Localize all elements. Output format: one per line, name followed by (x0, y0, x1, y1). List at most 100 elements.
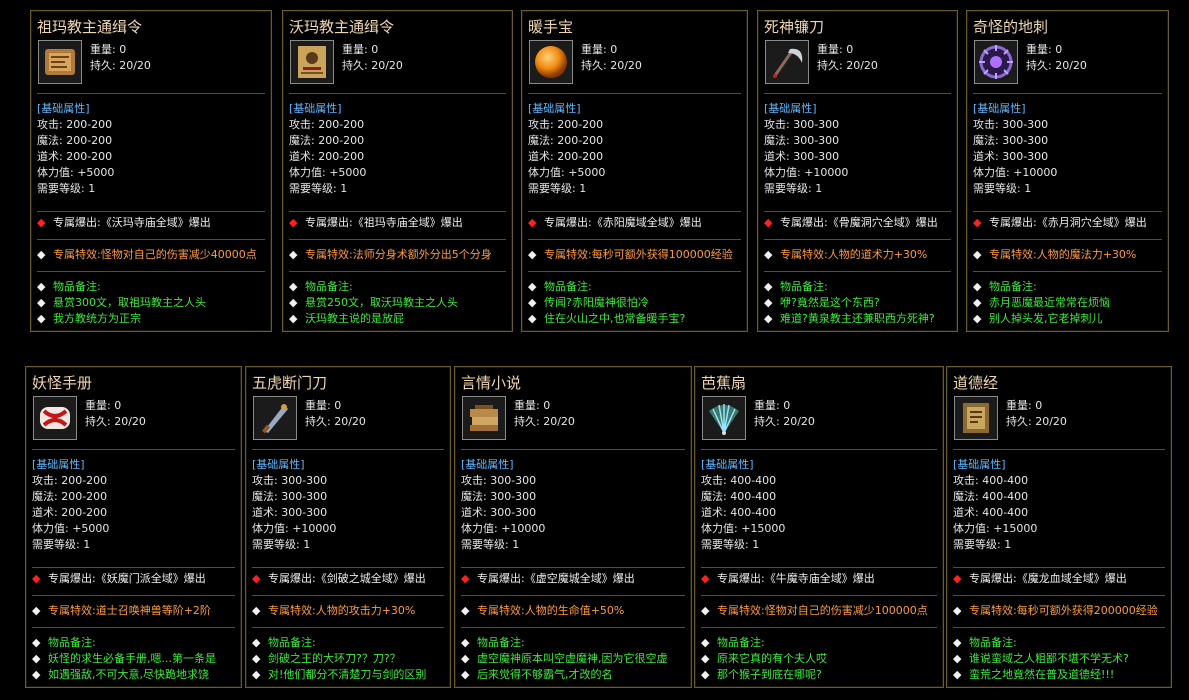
magic-stat: 魔法: 300-300 (764, 134, 840, 147)
weight-text: 重量: 0 (305, 399, 342, 412)
exclusive-effect: ◆ 专属特效:法师分身术额外分出5个分身 (289, 247, 510, 263)
scroll-map-icon (38, 40, 82, 84)
note-line: 原来它真的有个夫人哎 (717, 652, 827, 665)
attack-stat: 攻击: 400-400 (953, 474, 1029, 487)
white-diamond-icon: ◆ (252, 636, 261, 649)
note-line: 住在火山之中,也常备暖手宝? (544, 312, 686, 325)
exclusive-drop: ◆ 专属爆出:《魔龙血域全域》爆出 (953, 571, 1169, 587)
spike-ring-icon (974, 40, 1018, 84)
white-diamond-icon: ◆ (37, 312, 46, 325)
item-meta: 重量: 0 持久: 20/20 (817, 42, 878, 74)
hp-stat: 体力值: +10000 (461, 522, 546, 535)
exclusive-drop-text: 专属爆出:《剑破之城全域》爆出 (268, 572, 426, 585)
hp-stat: 体力值: +10000 (764, 166, 849, 179)
notes-header: 物品备注: (305, 280, 353, 293)
basic-attributes: [基础属性] 攻击: 200-200 魔法: 200-200 道术: 200-2… (32, 457, 237, 553)
red-diamond-icon: ◆ (461, 572, 470, 585)
attack-stat: 攻击: 300-300 (973, 118, 1049, 131)
exclusive-effect: ◆ 专属特效:人物的魔法力+30% (973, 247, 1166, 263)
item-name: 暖手宝 (528, 18, 574, 36)
divider (701, 567, 937, 568)
divider (953, 627, 1165, 628)
basic-attributes-header: [基础属性] (764, 102, 817, 115)
note-line: 咿?竟然是这个东西? (780, 296, 880, 309)
exclusive-drop-text: 专属爆出:《虚空魔城全域》爆出 (477, 572, 635, 585)
exclusive-effect-text: 专属特效:法师分身术额外分出5个分身 (305, 248, 492, 261)
attack-stat: 攻击: 300-300 (252, 474, 328, 487)
divider (973, 93, 1162, 94)
white-diamond-icon: ◆ (953, 668, 962, 681)
basic-attributes-header: [基础属性] (953, 458, 1006, 471)
exclusive-drop: ◆ 专属爆出:《赤阳魔域全域》爆出 (528, 215, 745, 231)
red-diamond-icon: ◆ (252, 572, 261, 585)
scythe-icon (765, 40, 809, 84)
exclusive-effect-text: 专属特效:人物的攻击力+30% (268, 604, 416, 617)
hp-stat: 体力值: +15000 (701, 522, 786, 535)
white-diamond-icon: ◆ (289, 296, 298, 309)
attack-stat: 攻击: 300-300 (461, 474, 537, 487)
exclusive-effect: ◆ 专属特效:道士召唤神兽等阶+2阶 (32, 603, 239, 619)
white-diamond-icon: ◆ (973, 280, 982, 293)
white-diamond-icon: ◆ (764, 248, 773, 261)
exclusive-effect: ◆ 专属特效:怪物对自己的伤害减少40000点 (37, 247, 269, 263)
wanted-poster-icon (290, 40, 334, 84)
note-line: 沃玛教主说的是放屁 (305, 312, 404, 325)
hp-stat: 体力值: +10000 (252, 522, 337, 535)
taoism-stat: 道术: 400-400 (701, 506, 777, 519)
divider (289, 93, 506, 94)
basic-attributes: [基础属性] 攻击: 400-400 魔法: 400-400 道术: 400-4… (701, 457, 939, 553)
exclusive-drop: ◆ 专属爆出:《牛魔寺庙全域》爆出 (701, 571, 941, 587)
exclusive-effect-text: 专属特效:人物的道术力+30% (780, 248, 928, 261)
white-diamond-icon: ◆ (764, 312, 773, 325)
white-diamond-icon: ◆ (32, 636, 41, 649)
weight-text: 重量: 0 (754, 399, 791, 412)
magic-stat: 魔法: 300-300 (461, 490, 537, 503)
magic-stat: 魔法: 300-300 (973, 134, 1049, 147)
white-diamond-icon: ◆ (252, 604, 261, 617)
attack-stat: 攻击: 400-400 (701, 474, 777, 487)
item-name: 祖玛教主通缉令 (37, 18, 143, 36)
taoism-stat: 道术: 300-300 (973, 150, 1049, 163)
white-diamond-icon: ◆ (289, 312, 298, 325)
magic-stat: 魔法: 400-400 (701, 490, 777, 503)
divider (252, 627, 444, 628)
taoism-stat: 道术: 300-300 (461, 506, 537, 519)
divider (461, 449, 685, 450)
taoism-stat: 道术: 200-200 (32, 506, 108, 519)
note-line: 赤月恶魔最近常常在烦恼 (989, 296, 1110, 309)
attack-stat: 攻击: 200-200 (32, 474, 108, 487)
durability-text: 持久: 20/20 (817, 59, 878, 72)
level-requirement: 需要等级: 1 (252, 538, 311, 551)
divider (764, 271, 951, 272)
divider (32, 595, 235, 596)
hp-stat: 体力值: +5000 (32, 522, 110, 535)
white-diamond-icon: ◆ (37, 248, 46, 261)
exclusive-drop: ◆ 专属爆出:《虚空魔城全域》爆出 (461, 571, 689, 587)
hp-stat: 体力值: +5000 (528, 166, 606, 179)
note-line: 对!他们都分不清楚刀与剑的区别 (268, 668, 427, 681)
attack-stat: 攻击: 200-200 (528, 118, 604, 131)
divider (701, 627, 937, 628)
level-requirement: 需要等级: 1 (528, 182, 587, 195)
durability-text: 持久: 20/20 (754, 415, 815, 428)
hp-stat: 体力值: +15000 (953, 522, 1038, 535)
divider (32, 449, 235, 450)
notes-header: 物品备注: (477, 636, 525, 649)
note-line: 谁说蛮域之人粗鄙不堪不学无术? (969, 652, 1129, 665)
divider (461, 627, 685, 628)
divider (528, 93, 741, 94)
red-diamond-icon: ◆ (289, 216, 298, 229)
item-tooltip-card: 道德经 重量: 0 持久: 20/20 [基础属性] 攻击: 400-400 魔… (946, 366, 1172, 688)
basic-attributes: [基础属性] 攻击: 300-300 魔法: 300-300 道术: 300-3… (252, 457, 446, 553)
notes-header: 物品备注: (780, 280, 828, 293)
level-requirement: 需要等级: 1 (37, 182, 96, 195)
basic-attributes: [基础属性] 攻击: 400-400 魔法: 400-400 道术: 400-4… (953, 457, 1167, 553)
exclusive-drop-text: 专属爆出:《牛魔寺庙全域》爆出 (717, 572, 875, 585)
basic-attributes: [基础属性] 攻击: 200-200 魔法: 200-200 道术: 200-2… (528, 101, 743, 197)
note-line: 那个猴子到底在哪呢? (717, 668, 822, 681)
attack-stat: 攻击: 200-200 (289, 118, 365, 131)
exclusive-drop: ◆ 专属爆出:《赤月洞穴全域》爆出 (973, 215, 1166, 231)
white-diamond-icon: ◆ (973, 248, 982, 261)
item-meta: 重量: 0 持久: 20/20 (305, 398, 366, 430)
taoism-stat: 道术: 200-200 (528, 150, 604, 163)
